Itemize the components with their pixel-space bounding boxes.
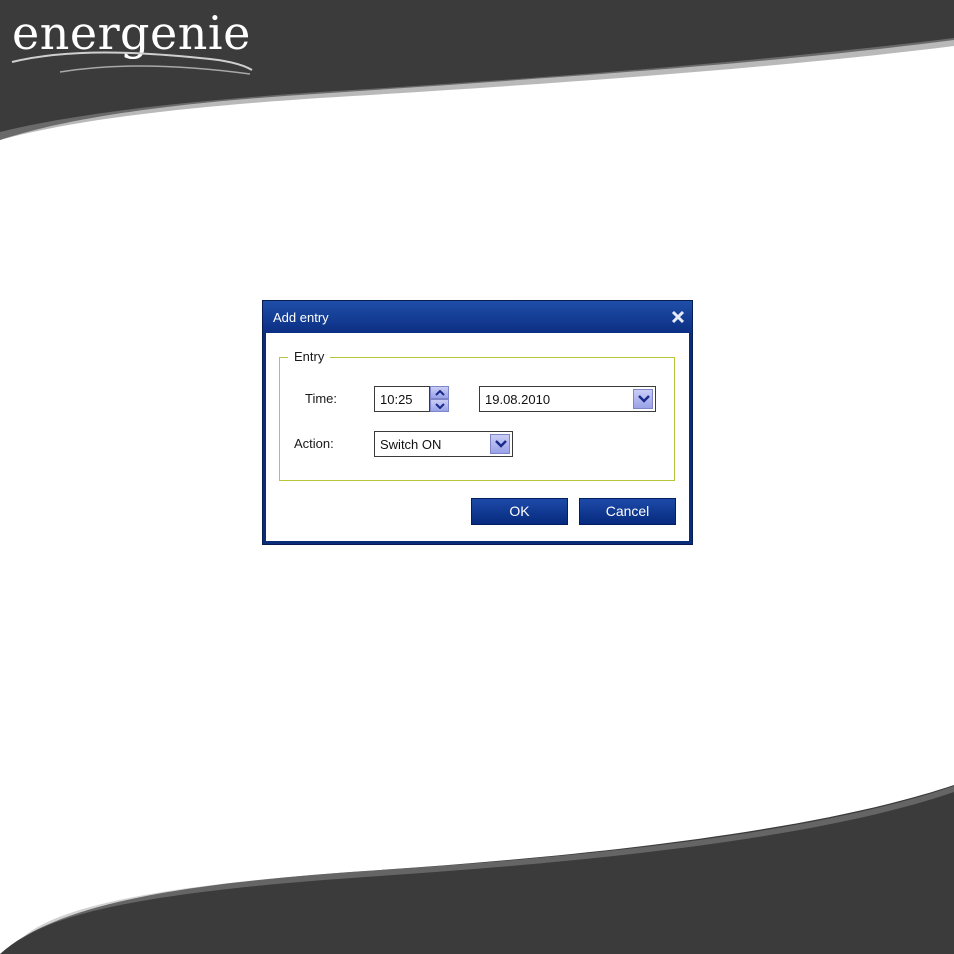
chevron-down-icon: [435, 403, 445, 409]
entry-group-label: Entry: [288, 349, 331, 364]
chevron-up-icon: [435, 390, 445, 396]
time-value: 10:25: [380, 392, 413, 407]
dialog-body: Entry Time: 10:25 19.08.2010 Action: Swi…: [266, 333, 689, 541]
date-value: 19.08.2010: [485, 392, 551, 407]
dialog-titlebar[interactable]: Add entry: [263, 301, 692, 333]
action-label: Action:: [294, 436, 334, 451]
ok-button[interactable]: OK: [471, 498, 568, 525]
time-input[interactable]: 10:25: [374, 386, 430, 412]
time-spin-down-button[interactable]: [430, 399, 449, 412]
action-select[interactable]: Switch ON: [374, 431, 513, 457]
close-button[interactable]: [670, 309, 686, 325]
time-spinner[interactable]: [430, 386, 449, 412]
chevron-down-icon: [638, 395, 650, 403]
close-icon: [671, 310, 685, 324]
date-dropdown-button[interactable]: [633, 389, 653, 409]
time-label: Time:: [305, 391, 338, 406]
dialog-title: Add entry: [273, 310, 329, 325]
chevron-down-icon: [495, 440, 507, 448]
entry-groupbox: Entry Time: 10:25 19.08.2010 Action: Swi…: [279, 349, 675, 481]
date-picker[interactable]: 19.08.2010: [479, 386, 656, 412]
cancel-button[interactable]: Cancel: [579, 498, 676, 525]
action-value: Switch ON: [380, 437, 442, 452]
action-dropdown-button[interactable]: [490, 434, 510, 454]
page: energenie Add entry Entry Time: 10:25 19…: [0, 0, 954, 954]
logo-swoosh-icon: [11, 51, 253, 75]
add-entry-dialog: Add entry Entry Time: 10:25 19.08.2010 A…: [262, 300, 693, 545]
time-spin-up-button[interactable]: [430, 386, 449, 399]
bottom-banner-shape: [0, 785, 954, 954]
